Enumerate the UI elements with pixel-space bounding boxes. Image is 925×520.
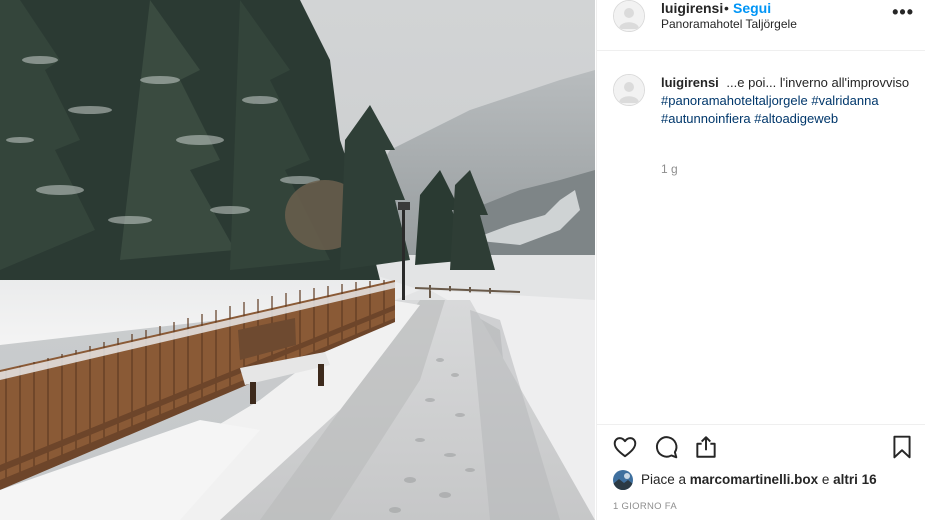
separator-dot: • <box>724 0 729 16</box>
snowy-path-image <box>0 0 595 520</box>
speech-bubble-icon <box>655 436 678 459</box>
share-icon <box>696 436 716 458</box>
share-button[interactable] <box>693 434 719 460</box>
post-date[interactable]: 1 GIORNO FA <box>613 501 677 512</box>
author-avatar[interactable] <box>613 0 645 32</box>
post-location[interactable]: Panoramahotel Taljörgele <box>661 17 797 31</box>
caption-author-avatar[interactable] <box>613 74 645 106</box>
hashtag-link[interactable]: #autunnoinfiera <box>661 111 751 126</box>
likes-summary: Piace a marcomartinelli.box e altri 16 <box>613 470 923 490</box>
bookmark-icon <box>893 435 911 459</box>
post-header: luigirensi • Segui Panoramahotel Taljörg… <box>597 0 925 51</box>
post-side-panel: luigirensi • Segui Panoramahotel Taljörg… <box>596 0 925 520</box>
liker-username[interactable]: marcomartinelli.box <box>690 472 818 487</box>
likes-text: Piace a marcomartinelli.box e altri 16 <box>641 472 877 487</box>
hashtag-link[interactable]: #valridanna <box>811 93 878 108</box>
caption-body: ...e poi... l'inverno all'improvviso <box>726 75 910 90</box>
actions-divider <box>597 424 925 425</box>
liker-photo <box>613 470 633 490</box>
default-avatar-icon <box>614 1 644 31</box>
likes-prefix: Piace a <box>641 472 690 487</box>
like-button[interactable] <box>612 434 638 460</box>
author-username[interactable]: luigirensi <box>661 0 723 16</box>
caption-time-ago[interactable]: 1 g <box>661 162 678 176</box>
comment-button[interactable] <box>653 434 679 460</box>
hashtag-link[interactable]: #panoramahoteltaljorgele <box>661 93 808 108</box>
more-options-icon[interactable]: ••• <box>892 2 914 23</box>
save-button[interactable] <box>889 434 915 460</box>
likes-others-count[interactable]: altri 16 <box>833 472 877 487</box>
heart-icon <box>613 437 637 458</box>
default-avatar-icon <box>614 75 644 105</box>
likes-middle: e <box>818 472 834 487</box>
caption-text-block: luigirensi ...e poi... l'inverno all'imp… <box>661 74 911 128</box>
follow-button[interactable]: Segui <box>733 0 771 16</box>
hashtag-link[interactable]: #altoadigeweb <box>754 111 838 126</box>
post-photo[interactable] <box>0 0 595 520</box>
caption-author-username[interactable]: luigirensi <box>661 75 719 90</box>
liker-avatar[interactable] <box>613 470 633 490</box>
